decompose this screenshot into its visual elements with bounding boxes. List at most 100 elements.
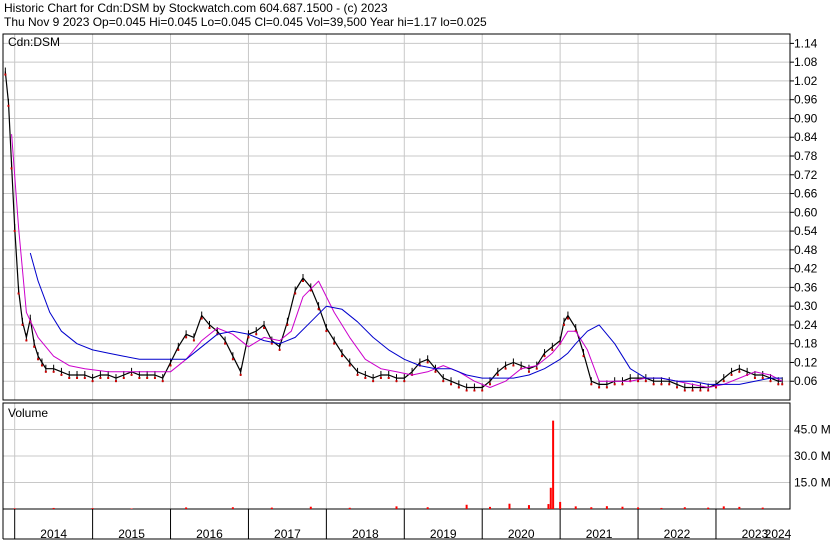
price-tick-label: 0.96 [794,93,818,107]
price-close-tick [294,292,297,295]
price-tick-label: 0.66 [794,187,818,201]
price-close-tick [340,355,343,358]
price-close-tick [239,373,242,376]
price-close-tick [224,342,227,345]
volume-panel-label: Volume [8,406,48,420]
price-close-tick [333,342,336,345]
price-close-tick [512,364,515,367]
price-close-tick [153,376,156,379]
price-close-tick [590,383,593,386]
price-close-tick [450,383,453,386]
price-close-tick [660,383,663,386]
price-tick-label: 0.30 [794,299,818,313]
price-tick-label: 1.14 [794,36,818,50]
price-close-tick [722,380,725,383]
price-close-tick [83,376,86,379]
price-close-tick [325,330,328,333]
price-panel-frame [2,33,791,401]
price-panel-label: Cdn:DSM [8,35,60,49]
grid [3,34,790,509]
price-close-tick [255,333,258,336]
price-tick-label: 0.54 [794,224,818,238]
price-close-tick [699,389,702,392]
price-close-tick [777,383,780,386]
price-close-tick [263,326,266,329]
price-close-tick [7,104,10,107]
price-close-tick [613,383,616,386]
price-close-tick [387,376,390,379]
price-close-tick [434,370,437,373]
price-close-tick [473,389,476,392]
price-close-tick [481,389,484,392]
series-line-ma-long [29,252,783,385]
price-close-tick [372,380,375,383]
price-close-tick [37,358,40,361]
price-close-tick [91,380,94,383]
price-close-tick [403,380,406,383]
price-close-tick [348,364,351,367]
price-tick-label: 0.24 [794,318,818,332]
price-close-tick [138,376,141,379]
price-close-tick [551,348,554,351]
price-close-tick [52,370,55,373]
volume-bars [13,420,764,509]
volume-tick-label: 15.0 M [794,476,830,490]
price-close-tick [426,361,429,364]
price-tick-label: 0.72 [794,168,818,182]
volume-tick-label: 45.0 M [794,423,830,437]
price-close-tick [122,376,125,379]
price-close-tick [21,323,24,326]
price-close-tick [753,376,756,379]
price-close-tick [527,370,530,373]
price-tick-label: 0.84 [794,130,818,144]
price-tick-label: 0.12 [794,355,818,369]
price-close-tick [177,348,180,351]
price-close-tick [356,373,359,376]
price-close-tick [442,380,445,383]
price-close-tick [598,386,601,389]
price-close-tick [68,376,71,379]
price-close-tick [286,323,289,326]
price-tick-label: 1.08 [794,55,818,69]
historic-chart: Cdn:DSM Volume 1.14 1.08 1.02 0.96 0.90 0.84 0… [2,33,830,541]
price-close-tick [25,339,28,342]
price-close-tick [379,376,382,379]
price-close-tick [317,308,320,311]
price-close-tick [161,380,164,383]
price-close-tick [114,380,117,383]
price-tick-label: 0.48 [794,243,818,257]
price-close-tick [769,380,772,383]
price-close-tick [504,367,507,370]
price-close-tick [146,376,149,379]
price-close-tick [605,386,608,389]
price-close-tick [738,370,741,373]
price-tick-label: 0.18 [794,337,818,351]
price-tick-label: 0.06 [794,374,818,388]
price-close-tick [231,358,234,361]
price-close-tick [761,376,764,379]
price-close-tick [683,389,686,392]
price-close-tick [395,380,398,383]
price-close-tick [707,389,710,392]
price-close-tick [582,355,585,358]
price-close-tick [169,364,172,367]
price-close-tick [270,342,273,345]
price-close-tick [781,383,784,386]
price-close-tick [714,386,717,389]
price-close-tick [543,355,546,358]
price-close-tick [247,336,250,339]
x-axis: 2014 2015 2016 2017 2018 2019 2020 2021 2022 2023… [2,509,792,541]
price-close-tick [364,376,367,379]
price-close-tick [566,317,569,320]
price-tick-label: 0.78 [794,149,818,163]
price-close-tick [17,292,20,295]
price-close-tick [99,376,102,379]
price-tick-label: 0.36 [794,280,818,294]
price-close-tick [107,376,110,379]
price-tick-label: 0.60 [794,205,818,219]
price-close-tick [676,386,679,389]
price-close-tick [200,317,203,320]
price-tick-label: 0.42 [794,262,818,276]
series-line-ma-short [11,134,783,388]
price-close-tick [10,167,13,170]
